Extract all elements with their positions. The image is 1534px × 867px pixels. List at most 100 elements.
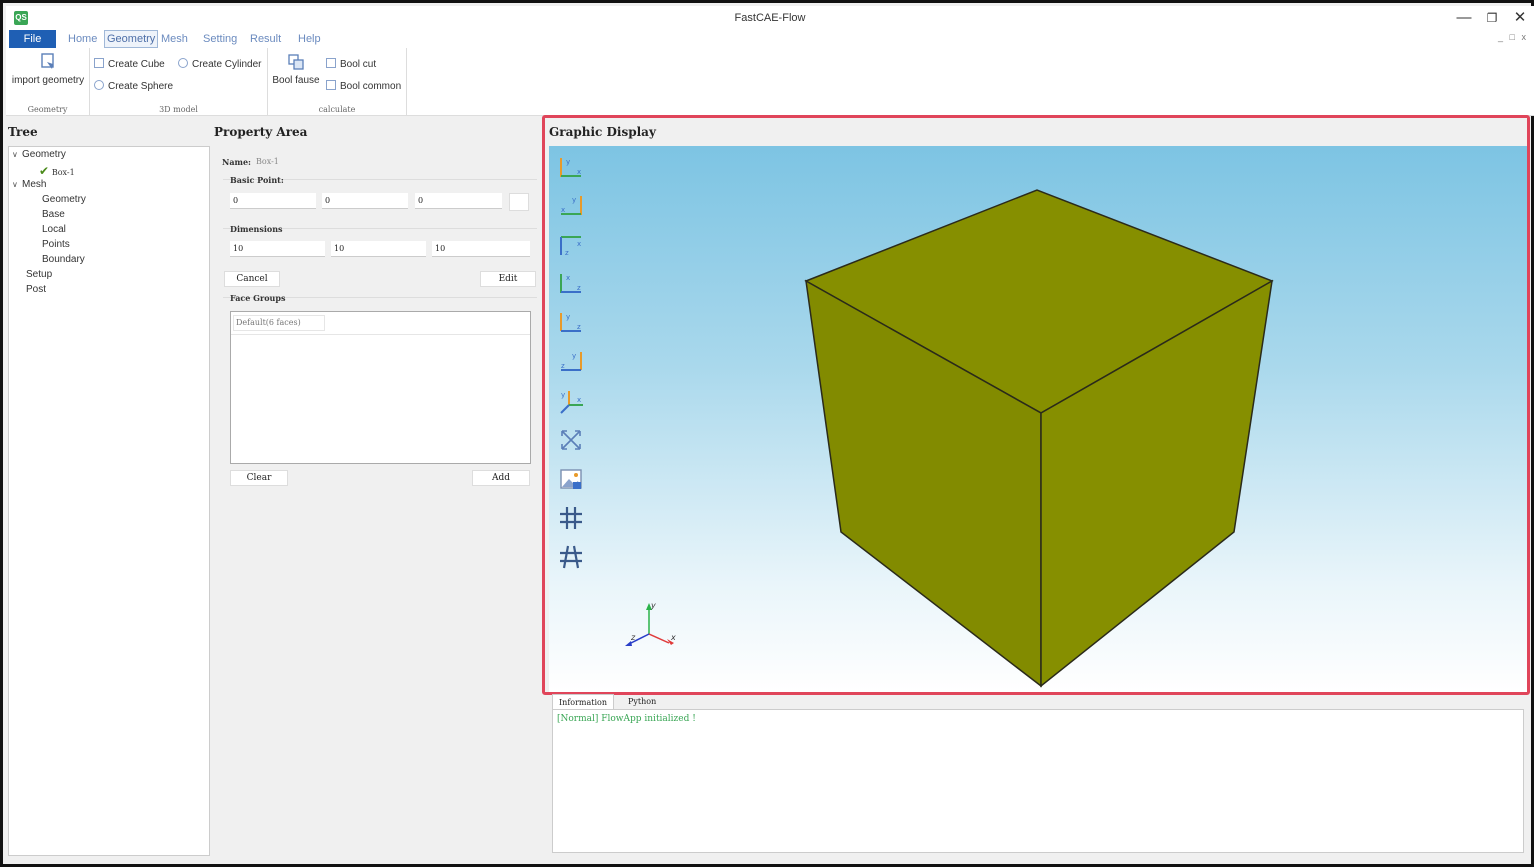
bool-cut-icon xyxy=(326,58,336,68)
tab-mesh[interactable]: Mesh xyxy=(159,30,190,48)
tab-result[interactable]: Result xyxy=(248,30,283,48)
chevron-down-icon[interactable]: ∨ xyxy=(12,180,22,189)
bool-common-button[interactable]: Bool common xyxy=(326,80,401,92)
axis-triad: y x z xyxy=(625,601,676,646)
list-item[interactable]: Default(6 faces) xyxy=(233,315,325,331)
tab-help[interactable]: Help xyxy=(296,30,323,48)
minimize-icon[interactable]: — xyxy=(1450,8,1478,28)
cylinder-icon xyxy=(178,58,188,68)
view-xz-icon[interactable]: xz xyxy=(557,270,585,298)
svg-text:y: y xyxy=(566,158,570,166)
screenshot-icon[interactable] xyxy=(557,465,585,493)
create-sphere-label: Create Sphere xyxy=(108,81,174,92)
view-iso-icon[interactable]: yx xyxy=(557,387,585,415)
bool-common-icon xyxy=(326,80,336,90)
basic-point-x-input[interactable]: 0 xyxy=(230,193,316,209)
cube-render: y x z xyxy=(625,189,1274,688)
view-zy-icon[interactable]: yz xyxy=(557,348,585,376)
tree-item-base[interactable]: Base xyxy=(42,209,65,220)
fit-view-icon[interactable] xyxy=(557,426,585,454)
sphere-icon xyxy=(94,80,104,90)
cancel-button[interactable]: Cancel xyxy=(224,271,280,287)
view-xy-icon[interactable]: yx xyxy=(557,154,585,182)
restore-icon[interactable]: ❐ xyxy=(1478,8,1506,28)
tab-information[interactable]: Information xyxy=(552,694,615,709)
svg-text:z: z xyxy=(577,284,581,292)
face-groups-label: Face Groups xyxy=(230,293,286,303)
ribbon-group-label: 3D model xyxy=(159,105,198,114)
dimension-y-input[interactable]: 10 xyxy=(331,241,426,257)
basic-point-z-input[interactable]: 0 xyxy=(415,193,502,209)
import-geometry-button[interactable]: import geometry xyxy=(10,52,86,86)
view-zx-icon[interactable]: xz xyxy=(557,231,585,259)
tree-item-label: Geometry xyxy=(22,149,66,160)
tab-setting[interactable]: Setting xyxy=(201,30,239,48)
tree-view: ∨ Geometry ✔ Box-1 ∨ Mesh Geometry Base Lo… xyxy=(8,146,210,856)
bool-union-icon xyxy=(288,54,304,70)
tree-item-label: Mesh xyxy=(22,179,47,190)
svg-text:z: z xyxy=(565,249,569,257)
tree-item-label: Box-1 xyxy=(51,168,75,177)
basic-point-y-input[interactable]: 0 xyxy=(322,193,408,209)
add-button[interactable]: Add xyxy=(472,470,530,486)
bool-cut-label: Bool cut xyxy=(340,59,377,70)
bool-common-label: Bool common xyxy=(340,81,402,92)
grid-icon[interactable] xyxy=(557,504,585,532)
title-bar: QS FastCAE-Flow — ❐ ✕ xyxy=(6,6,1534,30)
svg-text:y: y xyxy=(572,196,576,204)
create-cylinder-button[interactable]: Create Cylinder xyxy=(178,58,261,70)
tab-python[interactable]: Python xyxy=(622,694,662,709)
svg-text:z: z xyxy=(577,323,581,331)
name-label: Name: xyxy=(222,157,252,167)
bool-cut-button[interactable]: Bool cut xyxy=(326,58,376,70)
dimensions-label: Dimensions xyxy=(230,224,283,234)
view-yx-icon[interactable]: yx xyxy=(557,192,585,220)
cube-icon xyxy=(94,58,104,68)
close-icon[interactable]: ✕ xyxy=(1506,8,1534,28)
graphic-panel-header: Graphic Display xyxy=(549,125,656,139)
tab-geometry[interactable]: Geometry xyxy=(104,30,159,48)
window-title: FastCAE-Flow xyxy=(734,12,806,24)
file-menu-button[interactable]: File xyxy=(9,30,56,48)
dimension-x-input[interactable]: 10 xyxy=(230,241,325,257)
mdi-window-buttons[interactable]: _ □ x xyxy=(1498,32,1528,42)
svg-text:z: z xyxy=(561,362,565,370)
chevron-down-icon[interactable]: ∨ xyxy=(12,150,22,159)
view-yz-icon[interactable]: yz xyxy=(557,309,585,337)
tree-item-box-1[interactable]: ✔ Box-1 xyxy=(39,164,75,178)
create-cube-label: Create Cube xyxy=(108,59,165,70)
tree-item-geometry[interactable]: ∨ Geometry xyxy=(12,149,66,160)
property-panel-header: Property Area xyxy=(214,125,308,139)
tree-item-setup[interactable]: Setup xyxy=(26,269,52,280)
bool-fause-button[interactable]: Bool fause xyxy=(270,52,322,86)
tree-item-points[interactable]: Points xyxy=(42,239,70,250)
ribbon-toolbar: import geometry Geometry Create Cube Cre… xyxy=(6,48,1534,116)
create-cylinder-label: Create Cylinder xyxy=(192,59,262,70)
tree-item-post[interactable]: Post xyxy=(26,284,46,295)
svg-text:y: y xyxy=(566,313,570,321)
name-value: Box-1 xyxy=(256,157,279,166)
create-cube-button[interactable]: Create Cube xyxy=(94,58,165,70)
tab-home[interactable]: Home xyxy=(66,30,99,48)
ribbon-group-label: Geometry xyxy=(27,105,68,114)
import-geometry-icon xyxy=(41,53,54,69)
mesh-grid-icon[interactable] xyxy=(557,543,585,571)
bool-fause-label: Bool fause xyxy=(272,75,320,86)
log-line: [Normal] FlowApp initialized ! xyxy=(557,714,696,724)
basic-point-label: Basic Point: xyxy=(230,175,284,185)
information-log: [Normal] FlowApp initialized ! xyxy=(552,709,1524,853)
dimension-z-input[interactable]: 10 xyxy=(432,241,530,257)
pick-point-button[interactable] xyxy=(509,193,529,211)
svg-text:x: x xyxy=(561,206,565,214)
svg-text:y: y xyxy=(572,352,576,360)
tree-item-mesh-geometry[interactable]: Geometry xyxy=(42,194,86,205)
tree-item-mesh[interactable]: ∨ Mesh xyxy=(12,179,46,190)
tree-item-local[interactable]: Local xyxy=(42,224,66,235)
clear-button[interactable]: Clear xyxy=(230,470,288,486)
tree-item-boundary[interactable]: Boundary xyxy=(42,254,85,265)
edit-button[interactable]: Edit xyxy=(480,271,536,287)
face-groups-list[interactable]: Default(6 faces) xyxy=(230,311,531,464)
svg-text:x: x xyxy=(670,633,676,642)
ribbon-group-calculate: Bool fause Bool cut Bool common calculat… xyxy=(268,48,407,116)
create-sphere-button[interactable]: Create Sphere xyxy=(94,80,173,92)
